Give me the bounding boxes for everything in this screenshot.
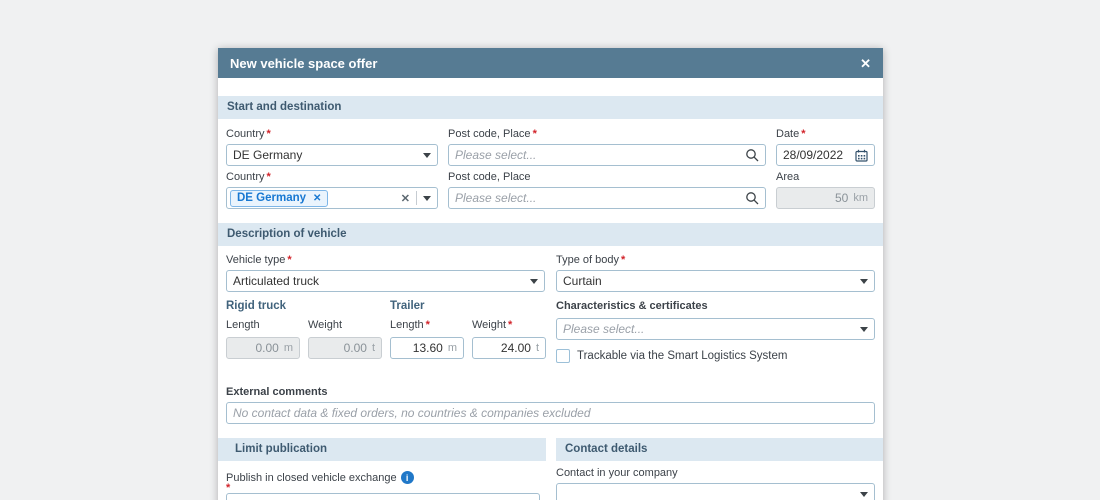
info-icon[interactable]: i	[401, 471, 414, 484]
contact-company-select[interactable]	[556, 483, 875, 500]
place-to-search	[448, 187, 766, 209]
characteristics-label: Characteristics & certificates	[556, 300, 875, 312]
rigid-weight-input: 0.00t	[308, 337, 382, 359]
contact-company-label: Contact in your company	[556, 467, 875, 479]
country-to-label: Country*	[226, 171, 438, 183]
vehicle-type-row: Vehicle type* Articulated truck Type of …	[226, 254, 875, 292]
section-title: Description of vehicle	[227, 228, 347, 240]
country-chip: DE Germany ✕	[230, 190, 328, 207]
characteristics-select[interactable]: Please select...	[556, 318, 875, 340]
required-marker: *	[267, 171, 271, 183]
required-marker: *	[267, 128, 271, 140]
trackable-label: Trackable via the Smart Logistics System	[577, 350, 787, 362]
section-start-destination: Start and destination	[218, 96, 883, 119]
dimensions-row: Rigid truck Trailer Length Weight Length…	[226, 300, 875, 363]
area-value: 50	[783, 191, 848, 205]
date-input[interactable]: 28/09/2022	[776, 144, 875, 166]
chevron-down-icon	[860, 327, 868, 332]
divider	[416, 191, 417, 205]
search-icon[interactable]	[745, 148, 759, 162]
rigid-length-label: Length	[226, 318, 300, 334]
country-from-select[interactable]: DE Germany	[226, 144, 438, 166]
area-label: Area	[776, 171, 875, 183]
trackable-checkbox-item[interactable]: Trackable via the Smart Logistics System	[556, 349, 787, 363]
date-label: Date*	[776, 128, 875, 140]
new-vehicle-space-offer-dialog: New vehicle space offer ✕ Start and dest…	[218, 48, 883, 500]
trailer-group-title: Trailer	[390, 300, 546, 316]
section-title: Limit publication	[235, 443, 327, 455]
area-unit: km	[853, 192, 868, 204]
required-marker: *	[621, 254, 625, 266]
trackable-checkbox[interactable]	[556, 349, 570, 363]
external-comments-field	[226, 402, 875, 424]
country-from-value: DE Germany	[233, 148, 417, 162]
required-marker: *	[287, 254, 291, 266]
calendar-icon[interactable]	[855, 149, 868, 162]
required-marker: *	[533, 128, 537, 140]
country-chip-label: DE Germany	[237, 192, 306, 204]
section-contact-details: Contact details	[556, 438, 883, 461]
section-limit-publication: Limit publication	[218, 438, 546, 461]
external-comments-input[interactable]	[233, 406, 868, 420]
chevron-down-icon	[530, 279, 538, 284]
vehicle-type-value: Articulated truck	[233, 274, 524, 288]
place-from-search	[448, 144, 766, 166]
external-comments-label: External comments	[226, 386, 875, 398]
place-from-label: Post code, Place*	[448, 128, 766, 140]
country-from-label: Country*	[226, 128, 438, 140]
chevron-down-icon	[860, 492, 868, 497]
search-icon[interactable]	[745, 191, 759, 205]
rigid-weight-label: Weight	[308, 318, 382, 334]
trailer-length-label: Length*	[390, 318, 464, 334]
area-input: 50 km	[776, 187, 875, 209]
external-comments-block: External comments	[226, 386, 875, 424]
trailer-weight-input[interactable]: 24.00t	[472, 337, 546, 359]
start-row-2: Country* DE Germany ✕ ✕ Post code, Place	[226, 171, 875, 209]
vehicle-type-label: Vehicle type*	[226, 254, 545, 266]
body-type-select[interactable]: Curtain	[556, 270, 875, 292]
required-marker: *	[801, 128, 805, 140]
start-row-1: Country* DE Germany Post code, Place*	[226, 128, 875, 166]
clear-icon[interactable]: ✕	[401, 192, 410, 205]
country-to-multiselect[interactable]: DE Germany ✕ ✕	[226, 187, 438, 209]
rigid-length-input: 0.00m	[226, 337, 300, 359]
trailer-length-input[interactable]: 13.60m	[390, 337, 464, 359]
body-type-value: Curtain	[563, 274, 854, 288]
place-to-label: Post code, Place	[448, 171, 766, 183]
place-to-input[interactable]	[455, 191, 745, 205]
vehicle-type-select[interactable]: Articulated truck	[226, 270, 545, 292]
body-type-label: Type of body*	[556, 254, 875, 266]
section-title: Contact details	[565, 443, 647, 455]
chevron-down-icon	[423, 153, 431, 158]
section-description-of-vehicle: Description of vehicle	[218, 223, 883, 246]
rigid-truck-group-title: Rigid truck	[226, 300, 382, 316]
dialog-title: New vehicle space offer	[230, 56, 377, 71]
required-marker: *	[508, 319, 512, 331]
chevron-down-icon[interactable]	[423, 196, 431, 201]
trailer-weight-label: Weight*	[472, 318, 546, 334]
dialog-header: New vehicle space offer ✕	[218, 48, 883, 78]
place-from-input[interactable]	[455, 148, 745, 162]
publish-label: Publish in closed vehicle exchange i	[226, 471, 546, 484]
chevron-down-icon	[860, 279, 868, 284]
chip-remove-icon[interactable]: ✕	[313, 193, 321, 204]
required-marker: *	[226, 482, 230, 494]
close-icon[interactable]: ✕	[860, 57, 871, 70]
required-marker: *	[426, 319, 430, 331]
date-value: 28/09/2022	[783, 148, 855, 162]
publish-select[interactable]	[226, 493, 540, 500]
characteristics-placeholder: Please select...	[563, 322, 854, 336]
section-title: Start and destination	[227, 101, 341, 113]
